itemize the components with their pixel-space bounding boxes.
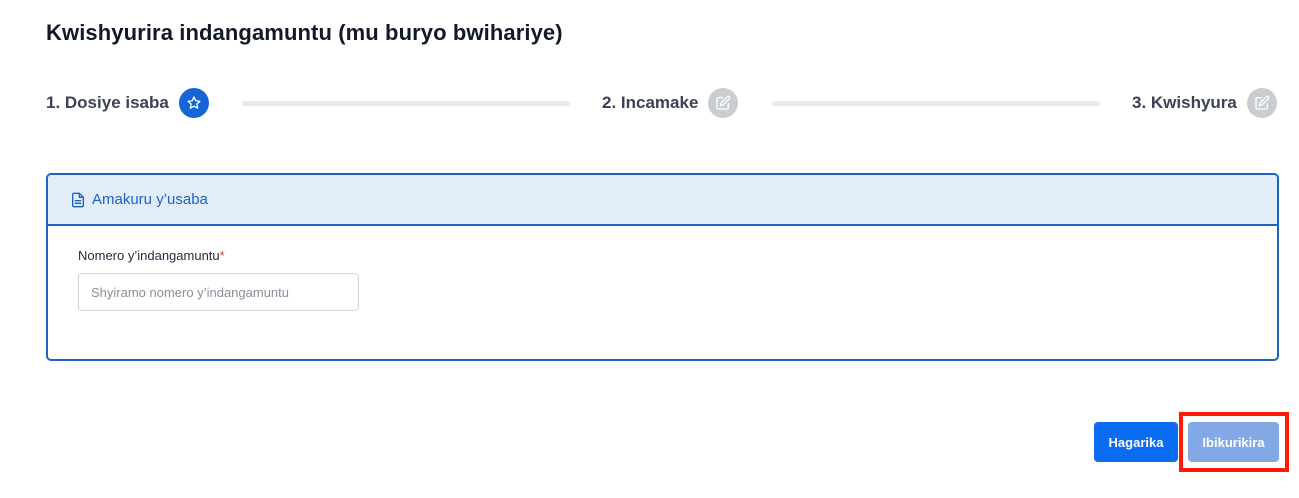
card-title: Amakuru y’usaba: [92, 191, 208, 208]
stepper: 1. Dosiye isaba 2. Incamake 3. Kwishyura: [46, 88, 1279, 118]
step-connector: [772, 101, 1100, 106]
step-dosiye-isaba[interactable]: 1. Dosiye isaba: [46, 88, 209, 118]
next-button[interactable]: Ibikurikira: [1188, 422, 1279, 462]
step-connector: [242, 101, 570, 106]
page-title: Kwishyurira indangamuntu (mu buryo bwiha…: [46, 20, 563, 45]
id-number-input[interactable]: [78, 273, 359, 311]
edit-icon: [1246, 88, 1277, 118]
step-incamake[interactable]: 2. Incamake: [602, 88, 739, 118]
id-number-label: Nomero y’indangamuntu*: [78, 248, 225, 263]
step-label: 2. Incamake: [602, 93, 699, 112]
step-label: 1. Dosiye isaba: [46, 93, 169, 112]
applicant-info-card: Amakuru y’usaba Nomero y’indangamuntu*: [46, 173, 1279, 361]
card-header: Amakuru y’usaba: [48, 175, 1277, 226]
required-asterisk: *: [219, 248, 225, 263]
edit-icon: [708, 88, 739, 118]
star-icon: [178, 88, 209, 118]
document-icon: [70, 191, 86, 209]
cancel-button[interactable]: Hagarika: [1094, 422, 1178, 462]
id-number-label-text: Nomero y’indangamuntu: [78, 248, 220, 263]
step-label: 3. Kwishyura: [1132, 93, 1237, 112]
step-kwishyura[interactable]: 3. Kwishyura: [1132, 88, 1277, 118]
